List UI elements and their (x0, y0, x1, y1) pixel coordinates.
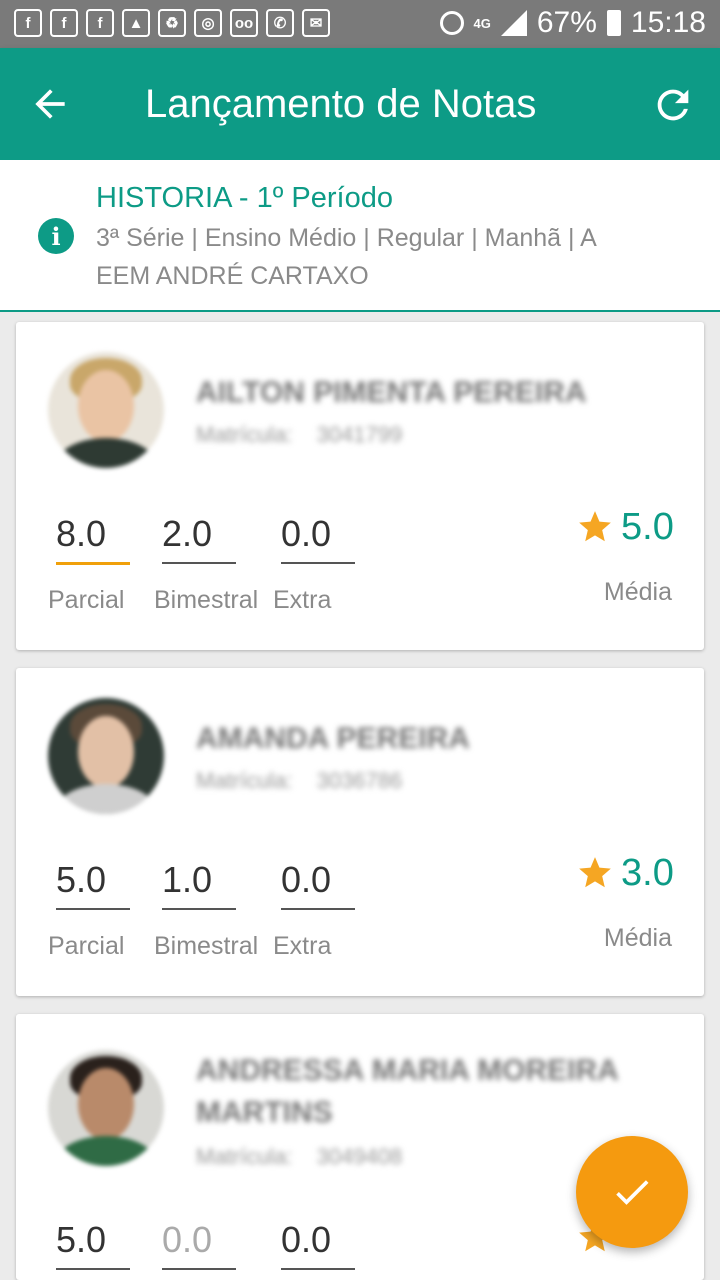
bimonthly-grade-input[interactable]: 0.0 (162, 1218, 236, 1270)
student-registration: Matrícula: 3041799 (196, 422, 403, 447)
student-registration: Matrícula: 3036786 (196, 768, 403, 793)
signal-icon (500, 10, 527, 36)
facebook-icon: f (14, 9, 42, 37)
student-name: ANDRESSA MARIA MOREIRA (196, 1054, 619, 1087)
confirm-fab-button[interactable] (576, 1136, 688, 1248)
partial-grade-input[interactable]: 5.0 (56, 1218, 130, 1270)
status-bar: f f f ▲ ♻ ◎ oo ✆ ✉ 4G 67% 15:18 (0, 0, 720, 48)
instagram-icon: ◎ (194, 9, 222, 37)
bimonthly-grade-input[interactable]: 1.0 (162, 858, 236, 910)
average-value: 3.0 (621, 852, 674, 894)
average-label: Média (603, 578, 672, 606)
network-type: 4G (473, 15, 491, 31)
avatar (48, 352, 164, 468)
partial-label: Parcial (48, 932, 125, 960)
system-icons: 4G 67% 15:18 (439, 6, 706, 40)
average-value: 5.0 (621, 506, 674, 548)
clock: 15:18 (630, 6, 706, 39)
subject-title: HISTORIA - 1º Período (96, 182, 393, 214)
partial-grade-input[interactable]: 5.0 (56, 858, 130, 910)
notification-icons: f f f ▲ ♻ ◎ oo ✆ ✉ (14, 9, 330, 37)
star-icon (579, 511, 611, 542)
star-icon (579, 857, 611, 888)
partial-label: Parcial (48, 586, 125, 614)
extra-grade-input[interactable]: 0.0 (281, 512, 355, 564)
bimonthly-grade-input[interactable]: 2.0 (162, 512, 236, 564)
page-title: Lançamento de Notas (145, 82, 537, 126)
extra-label: Extra (273, 932, 332, 960)
student-card: AILTON PIMENTA PEREIRA Matrícula: 3041799… (16, 322, 704, 650)
facebook-icon: f (50, 9, 78, 37)
app-bar: Lançamento de Notas (0, 48, 720, 160)
student-name: AILTON PIMENTA PEREIRA (196, 376, 587, 409)
class-info-header: i HISTORIA - 1º Período 3ª Série | Ensin… (0, 160, 720, 312)
voicemail-icon: oo (230, 9, 258, 37)
student-name: AMANDA PEREIRA (196, 722, 470, 755)
avatar (48, 1050, 164, 1166)
school-name: EEM ANDRÉ CARTAXO (96, 262, 369, 290)
bimonthly-label: Bimestral (154, 586, 259, 614)
info-icon: i (38, 218, 74, 254)
alarm-icon (439, 11, 464, 35)
whatsapp-icon: ✆ (266, 9, 294, 37)
facebook-icon: f (86, 9, 114, 37)
battery-percent: 67% (536, 6, 597, 39)
bimonthly-label: Bimestral (154, 932, 259, 960)
recycle-icon: ♻ (158, 9, 186, 37)
student-name-line2: MARTINS (196, 1096, 333, 1129)
extra-grade-input[interactable]: 0.0 (281, 858, 355, 910)
extra-label: Extra (273, 586, 332, 614)
class-details: 3ª Série | Ensino Médio | Regular | Manh… (96, 224, 597, 252)
average-label: Média (603, 924, 672, 952)
mail-icon: ✉ (302, 9, 330, 37)
image-icon: ▲ (122, 9, 150, 37)
partial-grade-input[interactable]: 8.0 (56, 512, 130, 565)
avatar (48, 698, 164, 814)
student-registration: Matrícula: 3049408 (196, 1144, 403, 1169)
battery-icon (606, 10, 621, 36)
back-arrow-icon[interactable] (28, 82, 72, 126)
student-card: AMANDA PEREIRA Matrícula: 3036786 5.0 1.0… (16, 668, 704, 996)
refresh-icon[interactable] (650, 82, 696, 128)
check-icon (616, 1180, 649, 1205)
extra-grade-input[interactable]: 0.0 (281, 1218, 355, 1270)
